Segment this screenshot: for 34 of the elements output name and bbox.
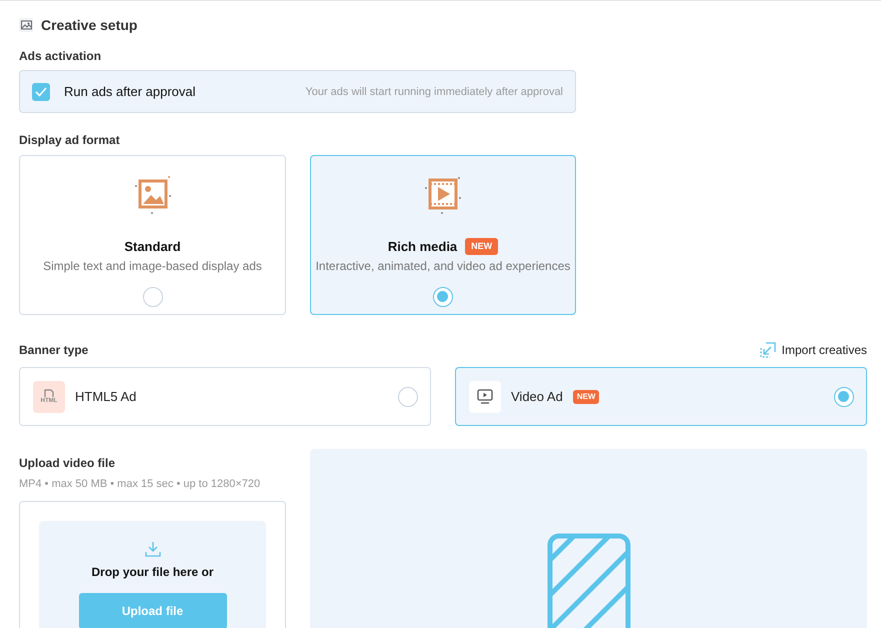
new-badge: NEW xyxy=(465,238,498,254)
section-title: Creative setup xyxy=(41,17,138,33)
hint-text: Your ads will start running immediately after approval xyxy=(305,86,563,98)
image-icon xyxy=(20,20,32,30)
picture-icon xyxy=(132,174,172,216)
radio-button[interactable] xyxy=(433,287,453,307)
checkbox[interactable] xyxy=(32,82,50,100)
checkbox-label: Run ads after approval xyxy=(64,84,197,99)
drop-instruction: Drop your file here or xyxy=(91,565,214,579)
option-title: Rich media xyxy=(388,238,458,254)
option-description: Simple text and image-based display ads xyxy=(43,259,262,273)
check-icon xyxy=(35,86,47,96)
section-label: Ads activation xyxy=(19,49,102,63)
radio-button[interactable] xyxy=(398,386,418,406)
radio-button[interactable] xyxy=(142,287,162,307)
section-label: Upload video file xyxy=(19,456,116,470)
radio-button[interactable] xyxy=(834,386,854,406)
film-play-icon xyxy=(423,174,463,216)
banner-option-card[interactable]: Video Ad NEW xyxy=(455,367,867,426)
option-title: Standard xyxy=(124,238,181,254)
import-arrow-icon xyxy=(760,342,776,358)
option-description: Interactive, animated, and video ad experiences xyxy=(316,259,570,273)
format-option-card[interactable]: Standard Simple text and image-based display ads xyxy=(19,155,286,315)
option-label: Video Ad xyxy=(511,389,563,404)
drop-zone[interactable]: Drop your file here or Upload file xyxy=(39,521,266,628)
section-label: Banner type xyxy=(19,343,88,357)
new-badge: NEW xyxy=(572,390,600,404)
format-option-card[interactable]: Rich media NEW Interactive, animated, and video ad experiences xyxy=(310,155,576,315)
monitor-play-icon xyxy=(477,389,493,404)
option-label: HTML5 Ad xyxy=(75,389,136,404)
section-label: Display ad format xyxy=(19,133,121,147)
download-icon xyxy=(144,541,160,557)
upload-requirements: MP4 • max 50 MB • max 15 sec • up to 1280×720 xyxy=(19,478,262,490)
import-creatives-link[interactable]: Import creatives xyxy=(760,342,867,358)
